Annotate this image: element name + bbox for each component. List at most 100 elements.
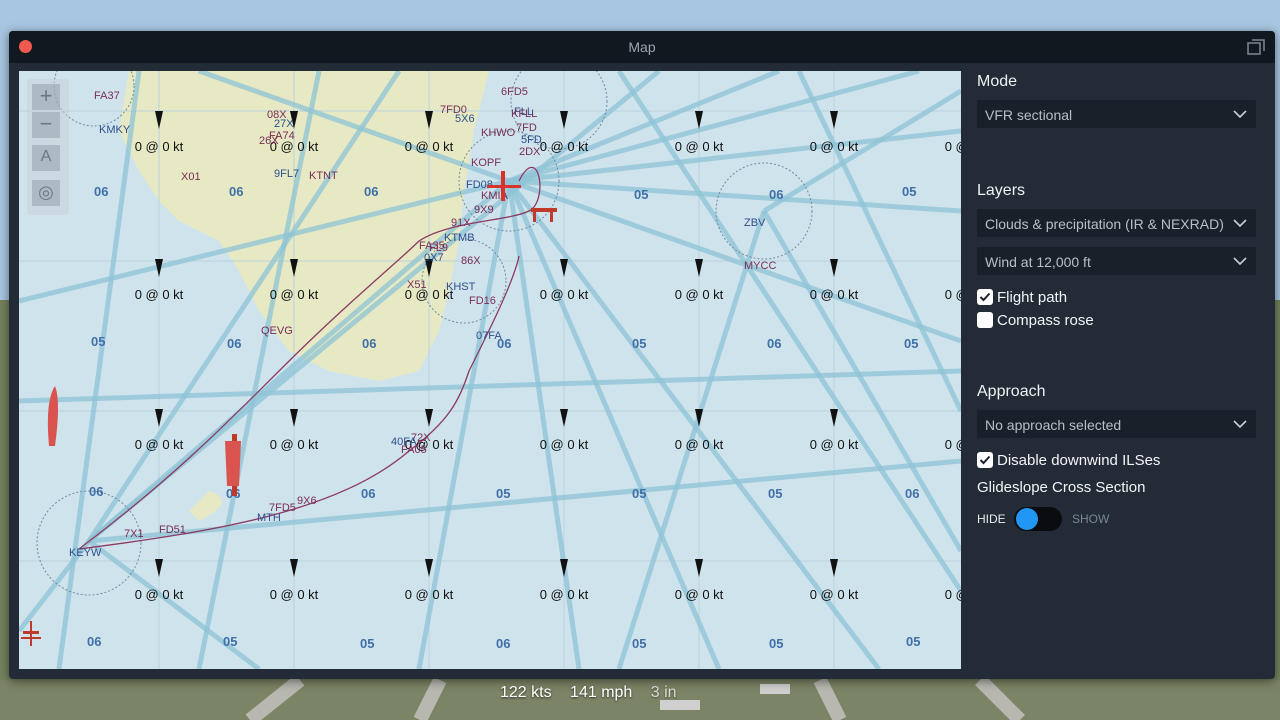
airport-label: KEYW: [69, 547, 102, 559]
airport-label: 7FD5: [269, 502, 296, 514]
sector-label: 06: [89, 484, 103, 499]
airport-label: FL9: [429, 242, 448, 254]
sector-label: 06: [769, 187, 783, 202]
zoom-in-button[interactable]: +: [32, 84, 60, 110]
speed-mph: 141 mph: [570, 684, 633, 701]
layers-heading: Layers: [977, 182, 1026, 199]
disable-downwind-checkbox[interactable]: [977, 452, 993, 468]
wind-readout: 0 @ 0 kt: [540, 287, 589, 302]
north-up-button[interactable]: A: [32, 145, 60, 171]
wind-readout: 0 @ 0 kt: [405, 587, 454, 602]
checkmark-icon: [978, 453, 992, 467]
wind-layer-value: Wind at 12,000 ft: [985, 254, 1091, 270]
airport-label: KTNT: [309, 170, 338, 182]
wind-readout: 0 @ 0 kt: [135, 437, 184, 452]
glideslope-toggle[interactable]: [1014, 507, 1062, 531]
compass-rose-label: Compass rose: [997, 312, 1094, 329]
weather-layer-value: Clouds & precipitation (IR & NEXRAD): [985, 216, 1224, 232]
settings-panel: Mode VFR sectional Layers Clouds & preci…: [977, 71, 1259, 671]
sector-label: 05: [632, 636, 646, 651]
compass-rose-checkbox-row[interactable]: Compass rose: [977, 311, 1177, 331]
airport-label: FA37: [94, 90, 120, 102]
checkmark-icon: [978, 290, 992, 304]
map-controls: + − A ◎: [27, 79, 69, 215]
zoom-out-button[interactable]: −: [32, 112, 60, 138]
wind-readout: 0 @ 0 kt: [135, 587, 184, 602]
wind-readout: 0 @ 0 kt: [135, 139, 184, 154]
sector-label: 05: [496, 486, 510, 501]
approach-heading: Approach: [977, 383, 1046, 400]
sector-label: 06: [229, 184, 243, 199]
airport-label: 2DX: [519, 146, 541, 158]
locate-icon[interactable]: ◎: [32, 180, 60, 206]
airport-label: KHWO: [481, 127, 516, 139]
mode-dropdown-value: VFR sectional: [985, 107, 1073, 123]
sector-label: 05: [902, 184, 916, 199]
popout-window-icon[interactable]: [1247, 39, 1265, 55]
sector-label: 05: [632, 336, 646, 351]
compass-rose-checkbox[interactable]: [977, 312, 993, 328]
wind-readout: 0 @ 0 kt: [540, 437, 589, 452]
sector-label: 05: [223, 634, 237, 649]
sector-label: 06: [227, 336, 241, 351]
airport-label: MYCC: [744, 260, 776, 272]
sector-label: 06: [496, 636, 510, 651]
sector-label: 05: [634, 187, 648, 202]
vfr-map[interactable]: 0 @ 0 kt 0 @ 0 kt 0 @ 0 kt 0 @ 0 kt 0 @ 0 kt…: [19, 71, 961, 669]
sector-label: 05: [91, 334, 105, 349]
sector-label: 05: [769, 636, 783, 651]
sector-label: 05: [906, 634, 920, 649]
flight-path-checkbox-row[interactable]: Flight path: [977, 288, 1177, 308]
wind-readout: 0 @ 0 kt: [945, 139, 961, 154]
approach-dropdown[interactable]: No approach selected: [977, 410, 1256, 438]
flight-path-label: Flight path: [997, 289, 1068, 306]
weather-layer-dropdown[interactable]: Clouds & precipitation (IR & NEXRAD): [977, 209, 1256, 237]
wind-readout: 0 @ 0 kt: [675, 587, 724, 602]
airport-label: KTMB: [444, 232, 475, 244]
sector-label: 05: [360, 636, 374, 651]
airport-label: KHST: [446, 281, 476, 293]
chevron-down-icon: [1233, 420, 1247, 429]
wind-readout: 0 @ 0 kt: [405, 139, 454, 154]
airport-label: 91X: [451, 217, 471, 229]
flight-path-checkbox[interactable]: [977, 289, 993, 305]
airport-label: FD51: [159, 524, 186, 536]
disable-downwind-checkbox-row[interactable]: Disable downwind ILSes: [977, 451, 1237, 471]
airport-label: QEVG: [261, 325, 293, 337]
toggle-show-label: SHOW: [1072, 512, 1110, 526]
status-bar: 122 kts 141 mph 3 in: [500, 684, 691, 702]
toggle-knob: [1016, 508, 1038, 530]
mode-dropdown[interactable]: VFR sectional: [977, 100, 1256, 128]
speed-kts: 122 kts: [500, 684, 552, 701]
sector-label: 06: [94, 184, 108, 199]
mode-heading: Mode: [977, 73, 1018, 90]
chevron-down-icon: [1233, 110, 1247, 119]
sector-label: 06: [87, 634, 101, 649]
wind-readout: 0 @ 0 kt: [810, 139, 859, 154]
wind-layer-dropdown[interactable]: Wind at 12,000 ft: [977, 247, 1256, 275]
window-title: Map: [628, 39, 656, 55]
approach-dropdown-value: No approach selected: [985, 417, 1122, 433]
airport-label: 9X6: [297, 495, 317, 507]
sector-label: 05: [632, 486, 646, 501]
wind-readout: 0 @ 0 kt: [945, 587, 961, 602]
airport-label: 7FD: [516, 122, 537, 134]
airport-label: X51: [407, 279, 427, 291]
airport-label: 40FA: [391, 436, 417, 448]
airport-label: 27X: [274, 118, 294, 130]
sector-label: 06: [362, 336, 376, 351]
airport-label: 26X: [259, 135, 279, 147]
wind-readout: 0 @ 0 kt: [540, 587, 589, 602]
wind-readout: 0 @ 0 kt: [945, 287, 961, 302]
sector-label: 06: [767, 336, 781, 351]
map-canvas[interactable]: 0 @ 0 kt 0 @ 0 kt 0 @ 0 kt 0 @ 0 kt 0 @ 0 kt…: [19, 71, 961, 669]
wind-readout: 0 @ 0 kt: [270, 287, 319, 302]
airport-label: 9X9: [474, 204, 494, 216]
airport-label: X01: [181, 171, 201, 183]
sector-label: 06: [361, 486, 375, 501]
airport-label: 07FA: [476, 330, 502, 342]
map-window: Map 0 @ 0 kt 0 @ 0 kt 0 @ 0 kt 0 @ 0 kt …: [9, 31, 1275, 679]
sector-label: 05: [904, 336, 918, 351]
window-titlebar[interactable]: Map: [9, 31, 1275, 63]
toggle-hide-label: HIDE: [977, 512, 1006, 526]
